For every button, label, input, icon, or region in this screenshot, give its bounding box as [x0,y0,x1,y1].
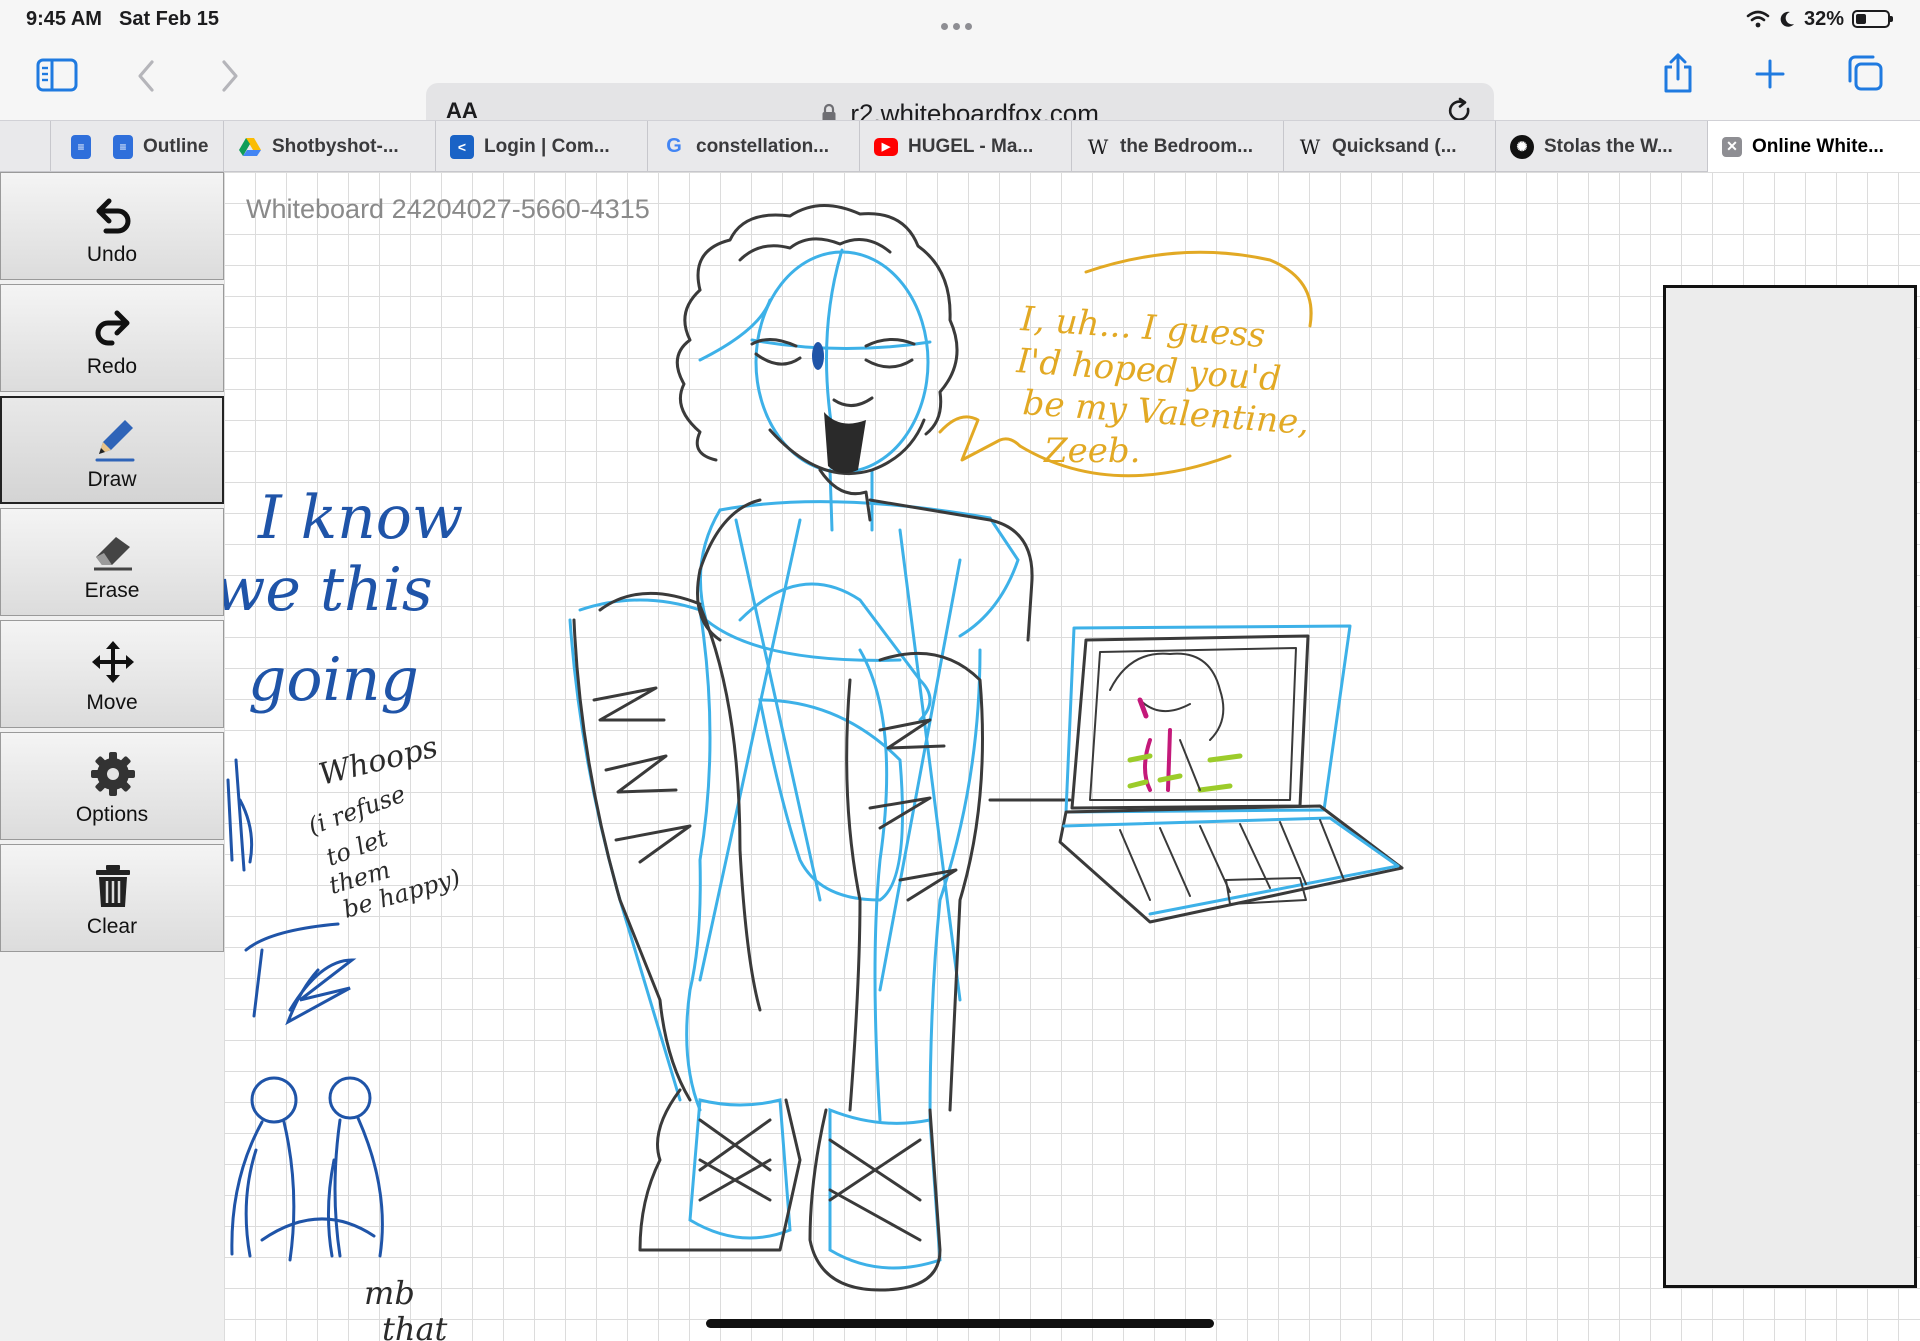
tab-shotbyshot[interactable]: Shotbyshot-... [223,121,435,172]
eraser-icon [94,537,132,571]
note-line: we this [224,555,433,625]
wikipedia-icon: W [1299,134,1321,159]
tab-label: HUGEL - Ma... [908,135,1034,157]
tab-label: the Bedroom... [1120,135,1254,157]
redo-button[interactable]: Redo [0,284,224,392]
left-handwritten-notes: I know we this going [224,483,463,715]
tab-hugel[interactable]: ▶ HUGEL - Ma... [859,121,1071,172]
tab-overflow[interactable] [0,121,50,172]
tab-online-whiteboard[interactable]: ✕ Online White... [1707,121,1920,172]
note-line: mb [364,1274,415,1312]
figure-pencil-lines [572,204,1072,1292]
tool-label: Move [86,691,138,714]
undo-icon [96,198,131,234]
gear-icon [91,752,135,796]
speech-line: Zeeb. [1043,431,1140,471]
wifi-icon [1746,10,1770,28]
tab-overview-icon[interactable] [1846,54,1884,92]
tab-label: Outline [143,135,209,157]
forward-icon[interactable] [218,58,242,94]
google-docs-icon: ≡ [71,134,91,159]
pencil-icon [95,420,135,462]
tab-strip: ≡ ≡ Outline Shotbyshot-... < Login | Com… [0,120,1920,172]
note-line: I know [257,483,463,553]
undo-button[interactable]: Undo [0,172,224,280]
portal-icon: < [450,134,474,159]
tool-label: Undo [86,243,138,266]
trash-icon [96,865,130,907]
status-indicators: 32% [1746,7,1893,31]
moon-icon [1780,11,1794,27]
status-bar: 9:45 AM Sat Feb 15 32% [0,0,1920,38]
figure-shading [812,342,866,474]
note-line: Whoops [315,730,441,793]
laptop-sketch [1058,624,1404,924]
tab-bedroom[interactable]: W the Bedroom... [1071,121,1283,172]
note-line: that [382,1310,448,1341]
battery-level-fill [1856,14,1866,24]
status-time: 9:45 AM [26,8,102,30]
tab-label: Quicksand (... [1332,135,1457,157]
tab-stolas[interactable]: ✺ Stolas the W... [1495,121,1707,172]
wikipedia-icon: W [1087,134,1109,159]
multitasking-dots-icon[interactable] [941,17,979,30]
youtube-icon: ▶ [874,137,898,156]
laptop-screen-character [1109,652,1243,793]
side-panel [1663,285,1917,1288]
move-icon [92,641,134,683]
new-tab-icon[interactable] [1754,58,1786,90]
tool-label: Draw [87,468,137,491]
google-docs-icon: ≡ [113,134,133,159]
battery-percent: 32% [1803,7,1844,30]
tool-label: Options [75,803,149,826]
share-icon[interactable] [1661,52,1695,94]
tool-label: Clear [86,915,138,938]
tool-label: Redo [86,355,138,378]
tab-login[interactable]: < Login | Com... [435,121,647,172]
tool-palette: Undo Redo Draw Erase Move Options Clear [0,172,224,1341]
speech-bubble: I, uh... I guess I'd hoped you'd be my V… [938,250,1313,478]
back-icon[interactable] [134,58,158,94]
home-indicator[interactable] [706,1319,1214,1328]
tab-outline[interactable]: ≡ ≡ Outline [50,121,223,172]
whoops-note: Whoops (i refuse to let them be happy) [304,730,463,924]
tab-constellation[interactable]: G constellation... [647,121,859,172]
note-line: (i refuse [304,780,409,841]
google-icon: G [666,135,682,157]
tab-label: Login | Com... [484,135,610,157]
tab-quicksand[interactable]: W Quicksand (... [1283,121,1495,172]
options-button[interactable]: Options [0,732,224,840]
note-line: going [248,645,419,715]
bottom-note: mb that [364,1274,448,1341]
redo-icon [95,310,130,346]
whiteboard-canvas[interactable]: Whiteboard 24204027-5660-4315 I know we … [224,172,1920,1341]
move-button[interactable]: Move [0,620,224,728]
tab-label: Stolas the W... [1544,135,1673,157]
draw-button[interactable]: Draw [0,396,224,504]
battery-icon [1852,10,1893,28]
erase-button[interactable]: Erase [0,508,224,616]
google-drive-icon [239,137,261,156]
sidebar-icon[interactable] [36,58,78,92]
openai-icon: ✺ [1510,134,1534,159]
status-date: Sat Feb 15 [119,8,220,30]
close-icon[interactable]: ✕ [1722,136,1742,157]
tab-label: Shotbyshot-... [272,135,399,157]
tab-label: constellation... [696,135,830,157]
tab-label: Online White... [1752,135,1884,157]
figure-construction-lines [568,248,1020,1270]
browser-toolbar: AA r2.whiteboardfox.com [0,38,1920,140]
tool-label: Erase [84,579,140,602]
clear-button[interactable]: Clear [0,844,224,952]
